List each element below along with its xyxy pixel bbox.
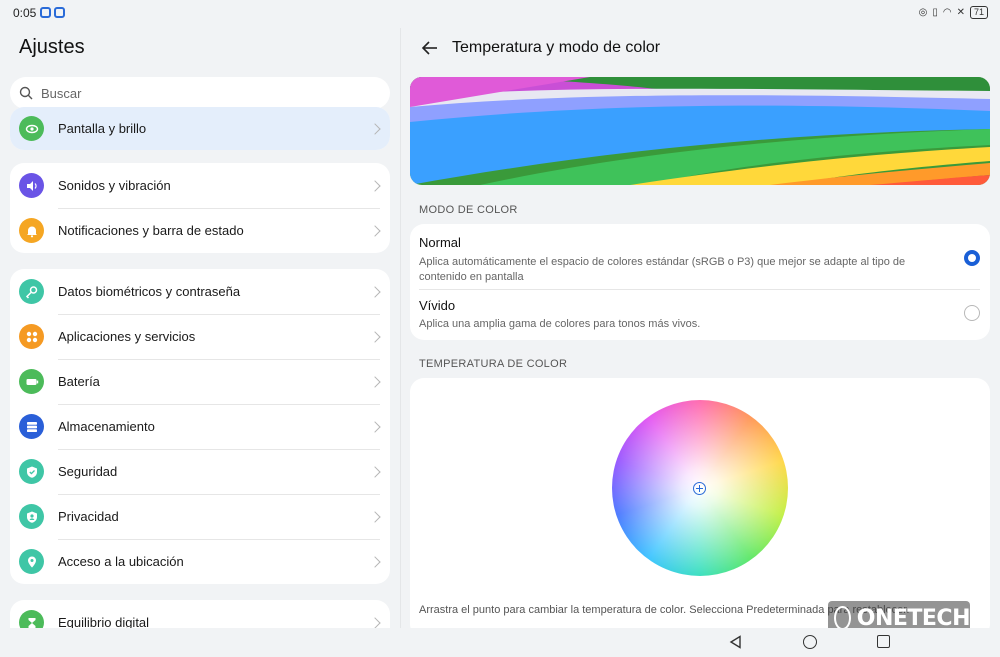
chevron-right-icon: [369, 179, 381, 192]
status-time: 0:05: [13, 6, 37, 20]
radio-vivid[interactable]: [964, 305, 980, 321]
chevron-right-icon: [369, 420, 381, 433]
option-description: Aplica automáticamente el espacio de col…: [419, 256, 906, 283]
shield-icon: [19, 459, 44, 484]
nav-recents-icon[interactable]: [877, 635, 890, 648]
watermark-text: ONETECH: [856, 605, 971, 631]
color-banner-image: [410, 77, 990, 185]
sidebar-item-label: Datos biométricos y contraseña: [58, 284, 241, 299]
eye-icon: [19, 116, 44, 141]
nav-home-icon[interactable]: [803, 635, 817, 649]
sidebar-item-label: Aplicaciones y servicios: [58, 329, 196, 344]
navigation-bar: [0, 628, 1000, 657]
sidebar-item-label: Pantalla y brillo: [58, 121, 147, 136]
sidebar-item-notifications[interactable]: Notificaciones y barra de estado: [10, 208, 390, 253]
storage-icon: [19, 414, 44, 439]
section-header-color-mode: MODO DE COLOR: [419, 204, 518, 216]
option-title: Vívido: [419, 298, 456, 313]
settings-group-sound: Sonidos y vibración Notificaciones y bar…: [10, 163, 390, 253]
chevron-right-icon: [369, 122, 381, 135]
notification-app-icon: [54, 7, 65, 18]
onetech-logo-icon: [834, 606, 851, 630]
nav-back-icon[interactable]: [729, 635, 743, 649]
sidebar-item-biometrics[interactable]: Datos biométricos y contraseña: [10, 269, 390, 314]
search-input[interactable]: Buscar: [10, 77, 390, 109]
sidebar-item-privacy[interactable]: Privacidad: [10, 494, 390, 539]
status-app-icons: [40, 7, 65, 18]
detail-pane: Temperatura y modo de color MODO DE COLO…: [400, 28, 1000, 628]
sidebar-item-label: Seguridad: [58, 464, 118, 479]
chevron-right-icon: [369, 285, 381, 298]
chevron-right-icon: [369, 510, 381, 523]
settings-group-wellbeing: Equilibrio digital: [10, 600, 390, 628]
detail-title: Temperatura y modo de color: [452, 39, 661, 56]
sidebar-item-label: Notificaciones y barra de estado: [58, 223, 244, 238]
notification-app-icon: [40, 7, 51, 18]
color-picker-handle[interactable]: [693, 482, 706, 495]
sidebar-item-sound[interactable]: Sonidos y vibración: [10, 163, 390, 208]
speaker-icon: [19, 173, 44, 198]
vibrate-icon: ▯: [932, 7, 938, 18]
sidebar-item-security[interactable]: Seguridad: [10, 449, 390, 494]
hourglass-icon: [19, 610, 44, 628]
sidebar-item-battery[interactable]: Batería: [10, 359, 390, 404]
key-icon: [19, 279, 44, 304]
option-normal[interactable]: Normal Aplica automáticamente el espacio…: [419, 235, 990, 285]
option-title: Normal: [419, 235, 461, 250]
sidebar-item-digital-balance[interactable]: Equilibrio digital: [10, 600, 390, 628]
color-mode-card: Normal Aplica automáticamente el espacio…: [410, 224, 990, 340]
sidebar-item-label: Almacenamiento: [58, 419, 155, 434]
chevron-right-icon: [369, 224, 381, 237]
battery-icon: [19, 369, 44, 394]
sidebar-item-apps[interactable]: Aplicaciones y servicios: [10, 314, 390, 359]
sidebar-item-label: Batería: [58, 374, 100, 389]
sidebar-item-label: Privacidad: [58, 509, 119, 524]
section-header-color-temperature: TEMPERATURA DE COLOR: [419, 358, 568, 370]
sidebar-item-label: Equilibrio digital: [58, 615, 150, 628]
radio-normal-selected[interactable]: [964, 250, 980, 266]
status-bar: 0:05 ◎ ▯ ◠ ✕ 71: [0, 0, 1000, 28]
nfc-icon: ◎: [918, 7, 928, 18]
apps-icon: [19, 324, 44, 349]
chevron-right-icon: [369, 330, 381, 343]
page-title: Ajustes: [19, 36, 85, 58]
search-placeholder: Buscar: [41, 85, 82, 101]
sidebar-item-label: Sonidos y vibración: [58, 178, 171, 193]
sidebar-item-display[interactable]: Pantalla y brillo: [10, 107, 390, 150]
sidebar-item-storage[interactable]: Almacenamiento: [10, 404, 390, 449]
chevron-right-icon: [369, 375, 381, 388]
silent-icon: ✕: [956, 7, 965, 18]
option-description: Aplica una amplia gama de colores para t…: [419, 318, 701, 330]
option-vivid[interactable]: Vívido Aplica una amplia gama de colores…: [419, 298, 990, 332]
sidebar-item-label: Acceso a la ubicación: [58, 554, 184, 569]
battery-indicator: 71: [969, 6, 988, 19]
location-icon: [19, 549, 44, 574]
settings-group-display: Pantalla y brillo: [10, 107, 390, 150]
settings-group-system: Datos biométricos y contraseña Aplicacio…: [10, 269, 390, 584]
back-arrow-icon[interactable]: [420, 38, 440, 58]
sidebar-item-location[interactable]: Acceso a la ubicación: [10, 539, 390, 584]
privacy-icon: [19, 504, 44, 529]
settings-sidebar: Ajustes Buscar Pantalla y brillo Sonidos…: [0, 28, 400, 628]
color-temperature-card: [410, 378, 990, 628]
divider: [419, 289, 980, 290]
chevron-right-icon: [369, 555, 381, 568]
bell-icon: [19, 218, 44, 243]
chevron-right-icon: [369, 616, 381, 628]
status-indicators: ◎ ▯ ◠ ✕ 71: [919, 6, 988, 19]
chevron-right-icon: [369, 465, 381, 478]
wifi-icon: ◠: [942, 7, 952, 18]
search-icon: [19, 86, 33, 100]
